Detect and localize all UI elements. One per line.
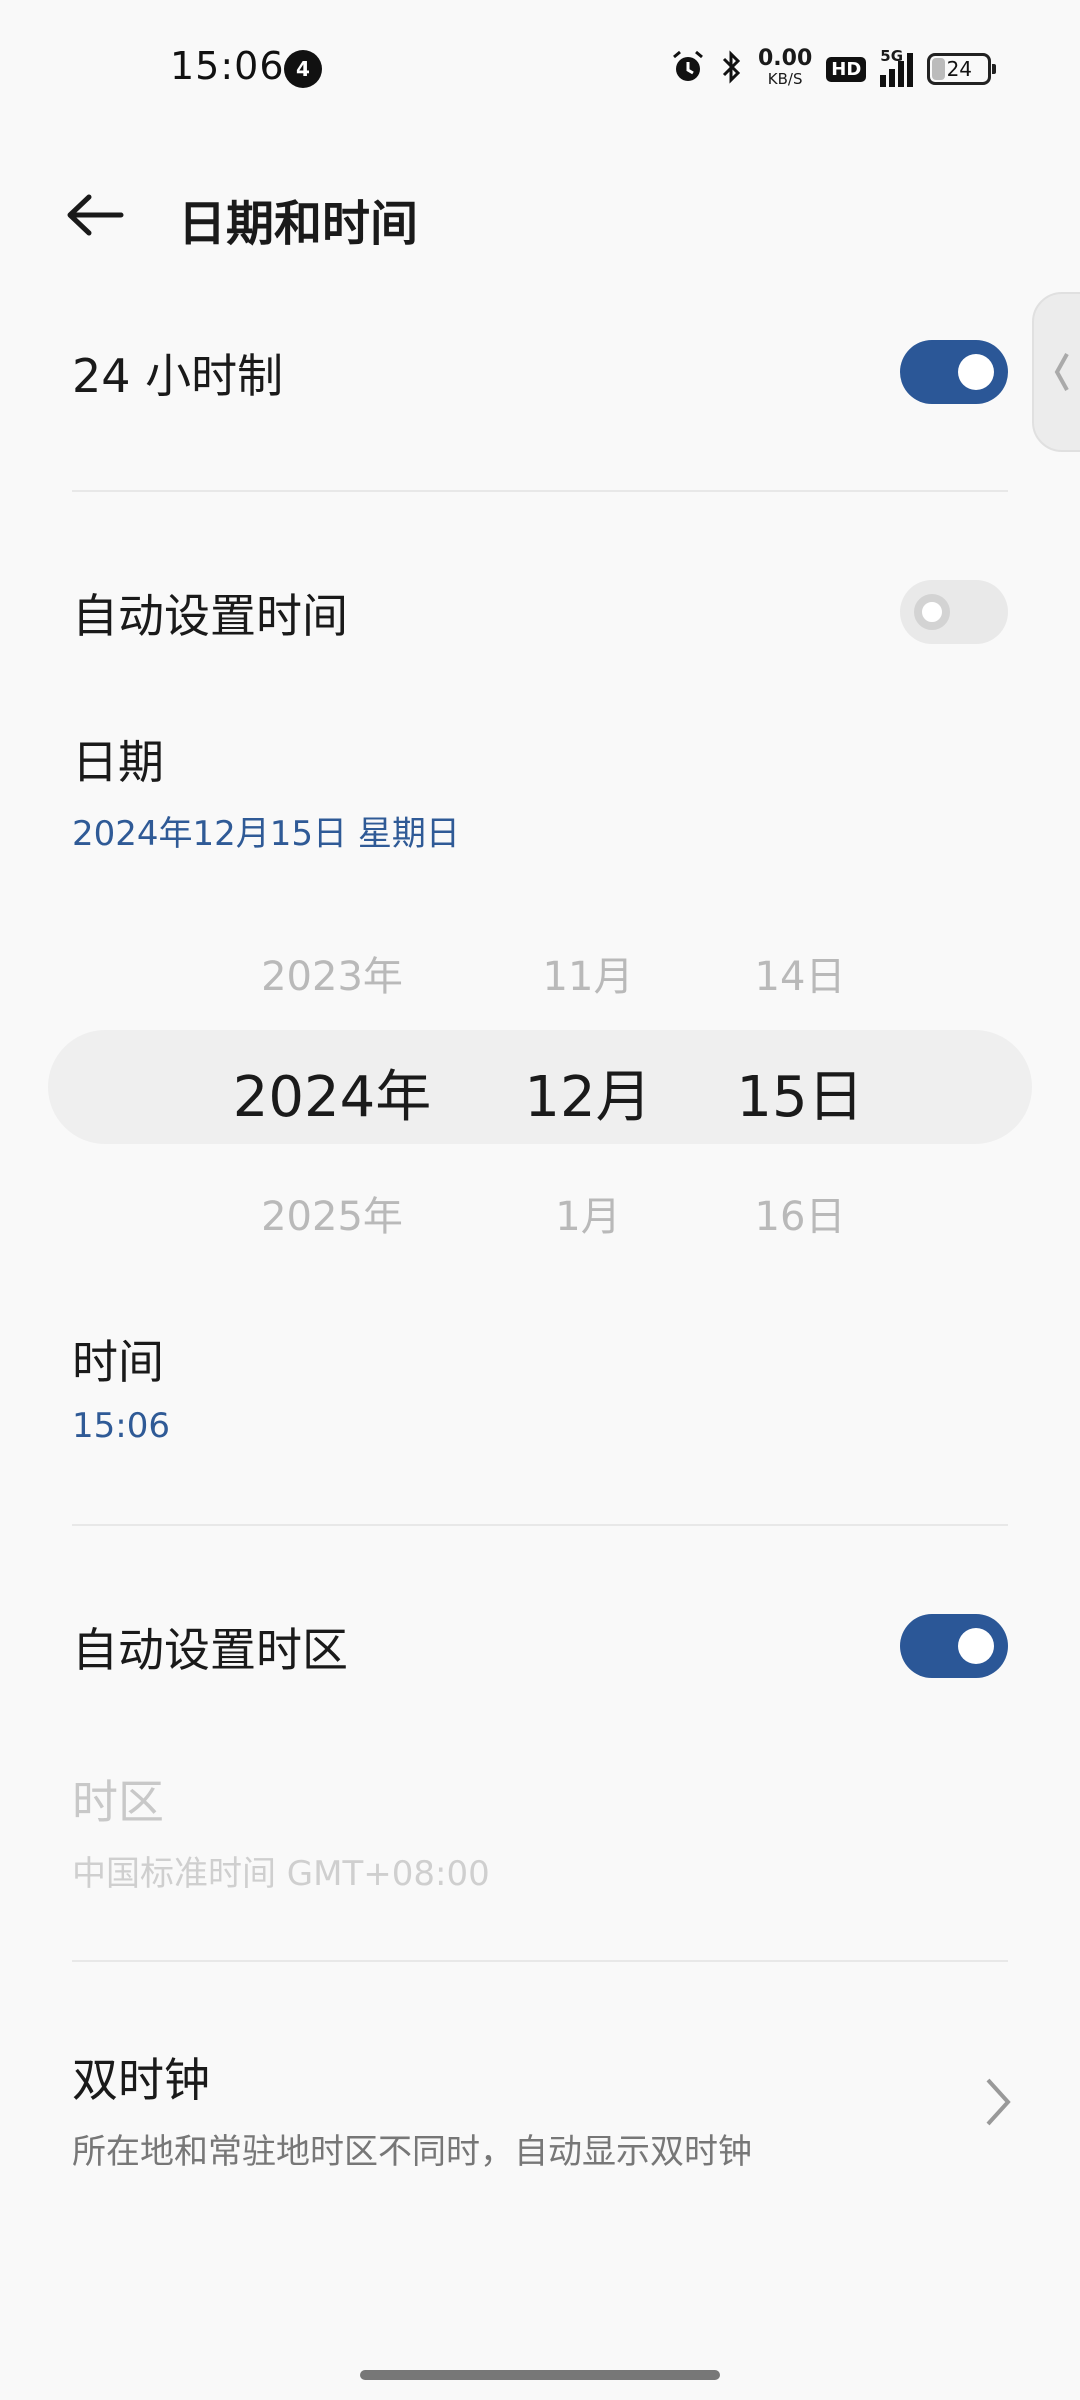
home-indicator[interactable] xyxy=(360,2370,720,2380)
timezone-setting-row: 时区 中国标准时间 GMT+08:00 xyxy=(72,1766,1008,1896)
chevron-left-icon xyxy=(1054,353,1069,391)
chevron-right-icon xyxy=(978,2074,1018,2130)
time-setting-row[interactable]: 时间 15:06 xyxy=(72,1326,1008,1456)
date-value: 2024年12月15日 星期日 xyxy=(72,814,460,854)
hour24-toggle[interactable] xyxy=(900,340,1008,404)
date-setting-row[interactable]: 日期 2024年12月15日 星期日 xyxy=(72,726,1008,856)
dual-clock-description: 所在地和常驻地时区不同时，自动显示双时钟 xyxy=(72,2132,752,2172)
timezone-label: 时区 xyxy=(72,1775,164,1829)
auto-time-toggle[interactable] xyxy=(900,580,1008,644)
picker-month-selected[interactable]: 12月 xyxy=(488,1052,688,1133)
picker-month-next[interactable]: 1月 xyxy=(488,1184,688,1242)
bluetooth-icon xyxy=(720,49,744,89)
dual-clock-label: 双时钟 xyxy=(72,2053,210,2107)
picker-day-selected[interactable]: 15日 xyxy=(700,1052,900,1133)
picker-day-next[interactable]: 16日 xyxy=(700,1184,900,1242)
divider xyxy=(72,1960,1008,1962)
timezone-value: 中国标准时间 GMT+08:00 xyxy=(72,1854,490,1894)
network-speed: 0.00 KB/S xyxy=(758,46,813,89)
hour24-label: 24 小时制 xyxy=(72,349,284,403)
status-time: 15:06 xyxy=(170,44,285,88)
signal-icon: 5G xyxy=(880,47,914,87)
picker-year-next[interactable]: 2025年 xyxy=(212,1184,452,1242)
time-label: 时间 xyxy=(72,1335,164,1389)
hd-icon: HD xyxy=(826,56,867,82)
divider xyxy=(72,490,1008,492)
auto-timezone-label: 自动设置时区 xyxy=(72,1623,348,1677)
status-icons: 0.00 KB/S HD 5G 24 xyxy=(670,44,997,94)
back-button[interactable] xyxy=(60,180,130,250)
picker-day-prev[interactable]: 14日 xyxy=(700,944,900,1002)
divider xyxy=(72,1524,1008,1526)
picker-year-selected[interactable]: 2024年 xyxy=(212,1052,452,1133)
notification-count-badge: 4 xyxy=(284,50,322,88)
battery-icon: 24 xyxy=(927,53,997,85)
dual-clock-row[interactable]: 双时钟 所在地和常驻地时区不同时，自动显示双时钟 xyxy=(72,2044,1008,2174)
date-label: 日期 xyxy=(72,735,164,789)
page-title: 日期和时间 xyxy=(178,196,419,252)
auto-time-label: 自动设置时间 xyxy=(72,589,348,643)
arrow-left-icon xyxy=(67,194,124,236)
edge-panel-handle[interactable] xyxy=(1032,292,1080,452)
picker-month-prev[interactable]: 11月 xyxy=(488,944,688,1002)
time-value: 15:06 xyxy=(72,1406,170,1446)
picker-year-prev[interactable]: 2023年 xyxy=(212,944,452,1002)
alarm-icon xyxy=(670,49,706,89)
auto-timezone-toggle[interactable] xyxy=(900,1614,1008,1678)
